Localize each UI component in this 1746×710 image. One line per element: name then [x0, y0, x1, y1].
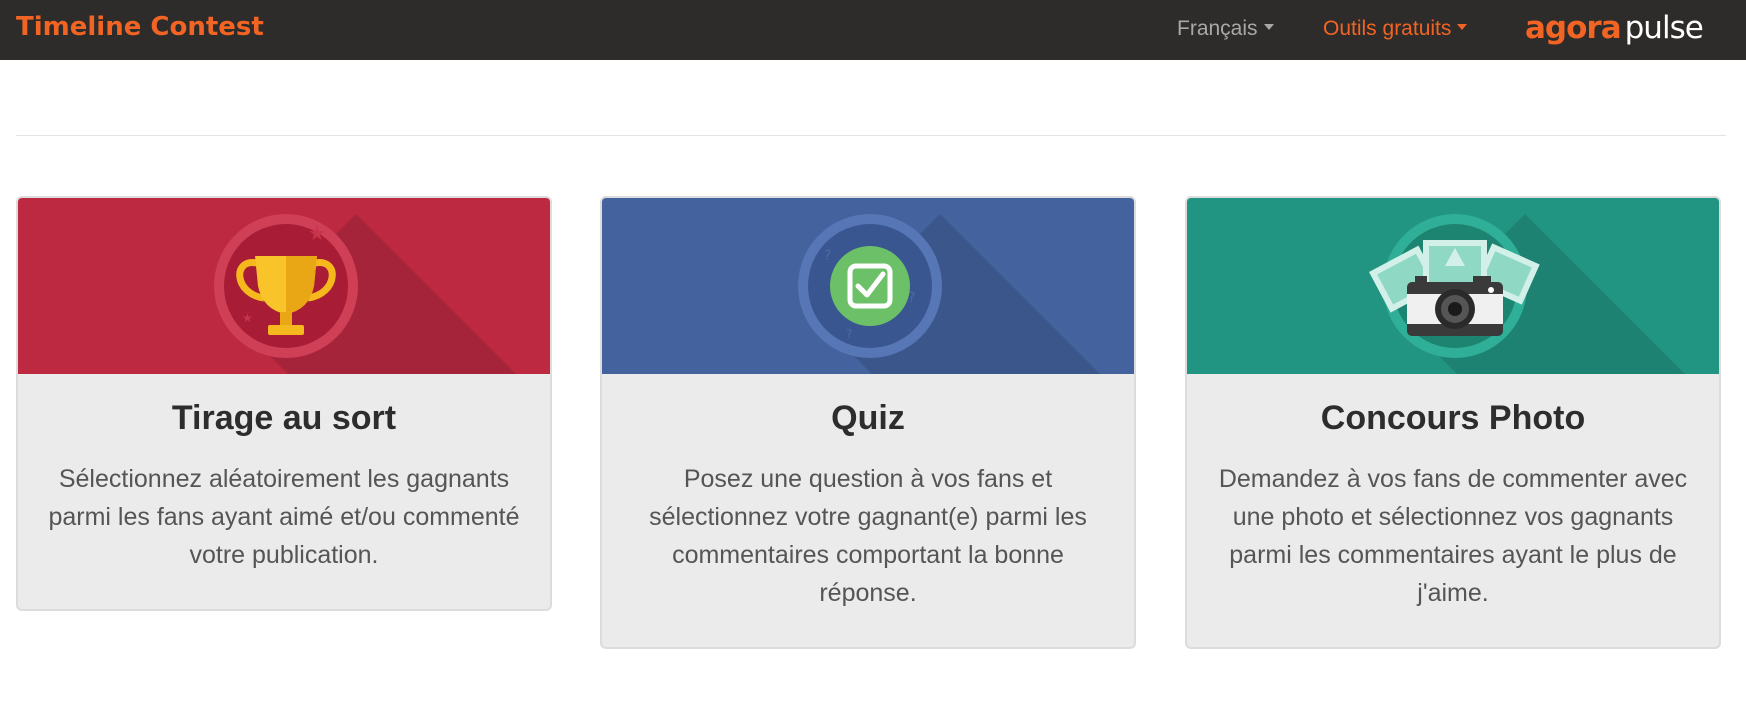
logo-pulse-text: pulse	[1624, 10, 1704, 46]
svg-text:?: ?	[824, 248, 831, 264]
card-photo-contest[interactable]: Concours Photo Demandez à vos fans de co…	[1185, 196, 1721, 649]
brand-link[interactable]: Timeline Contest	[16, 0, 264, 55]
camera-icon	[1369, 214, 1685, 374]
card-body: Quiz Posez une question à vos fans et sé…	[602, 374, 1134, 612]
card-description: Posez une question à vos fans et sélecti…	[649, 465, 1087, 607]
card-body: Concours Photo Demandez à vos fans de co…	[1187, 374, 1719, 612]
top-navbar: Timeline Contest Français Outils gratuit…	[0, 0, 1746, 60]
caret-down-icon	[1263, 24, 1274, 31]
caret-down-icon	[1457, 24, 1468, 31]
trophy-icon: ★ ★	[214, 214, 516, 374]
card-banner	[1187, 198, 1719, 374]
checkbox-icon: ? ? ?	[798, 214, 1100, 374]
svg-text:?: ?	[846, 327, 852, 341]
agorapulse-logo[interactable]: agora pulse	[1525, 0, 1704, 56]
language-dropdown[interactable]: Français	[1177, 0, 1274, 57]
card-description: Demandez à vos fans de commenter avec un…	[1218, 465, 1688, 607]
card-quiz[interactable]: ? ? ? Quiz Posez une question à vos fans…	[600, 196, 1136, 649]
free-tools-label: Outils gratuits	[1323, 17, 1452, 40]
card-title: Quiz	[831, 399, 905, 437]
card-title: Tirage au sort	[171, 399, 397, 437]
language-label: Français	[1177, 17, 1258, 40]
logo-agora-text: agora	[1525, 10, 1622, 46]
svg-text:★: ★	[308, 221, 326, 245]
svg-text:★: ★	[242, 311, 253, 325]
card-banner: ★ ★	[18, 198, 550, 374]
card-body: Tirage au sort Sélectionnez aléatoiremen…	[18, 374, 550, 574]
card-banner: ? ? ?	[602, 198, 1134, 374]
header-divider	[16, 135, 1726, 136]
card-random-draw[interactable]: ★ ★ Tirage au sort Sélectionnez aléatoir…	[16, 196, 552, 611]
card-title: Concours Photo	[1320, 399, 1586, 437]
card-description: Sélectionnez aléatoirement les gagnants …	[48, 465, 520, 569]
free-tools-dropdown[interactable]: Outils gratuits	[1323, 0, 1468, 57]
